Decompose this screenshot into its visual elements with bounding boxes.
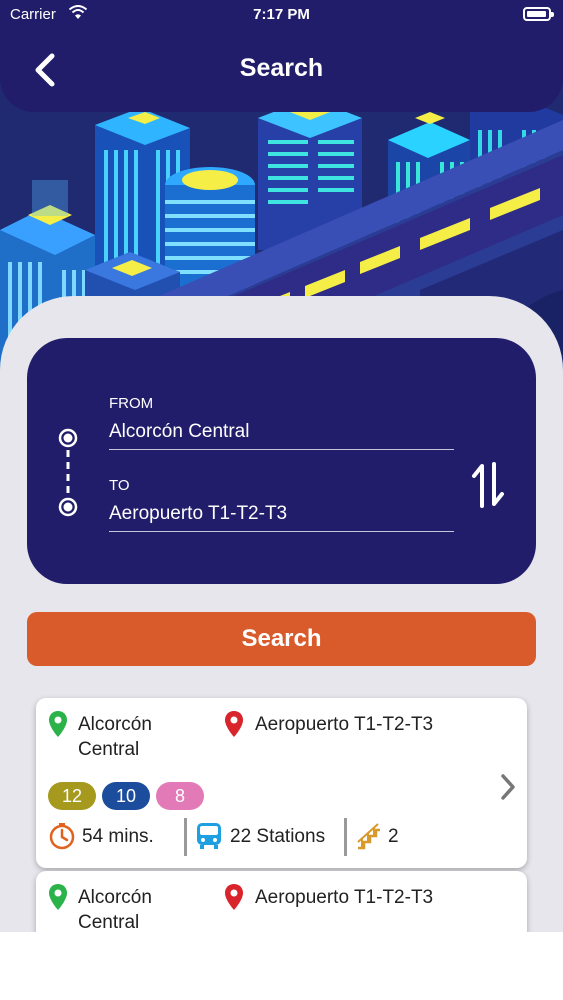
meta-divider: [344, 818, 347, 856]
battery-icon: [523, 7, 554, 21]
status-time: 7:17 PM: [253, 6, 310, 23]
swap-vertical-icon: [472, 462, 504, 508]
map-pin-red-icon: [225, 711, 243, 737]
origin-name: Alcorcón Central: [78, 887, 152, 932]
chevron-right-icon: [501, 774, 515, 800]
duration-text: 54 mins.: [82, 826, 154, 847]
route-result-card[interactable]: Alcorcón Central Aeropuerto T1-T2-T3: [36, 871, 527, 932]
to-field[interactable]: Aeropuerto T1-T2-T3: [109, 503, 454, 532]
home-indicator-area: [0, 932, 563, 1000]
destination-name: Aeropuerto T1-T2-T3: [255, 887, 434, 908]
from-label: FROM: [109, 395, 154, 412]
bus-icon: [197, 823, 221, 849]
line-badge-10: 10: [102, 782, 150, 810]
route-result-card[interactable]: Alcorcón Central Aeropuerto T1-T2-T3 12 …: [36, 698, 527, 868]
screen: Carrier 7:17 PM Search FROM Alcorcón Cen…: [0, 0, 563, 1000]
page-title: Search: [239, 54, 324, 82]
line-badge-12: 12: [48, 782, 96, 810]
swap-button[interactable]: [470, 460, 506, 510]
to-label: TO: [109, 477, 130, 494]
stairs-icon: [357, 823, 380, 850]
map-pin-green-icon: [49, 711, 67, 737]
map-pin-green-icon: [49, 884, 67, 910]
transfers-count: 2: [388, 826, 399, 847]
route-line-icon: [58, 428, 78, 517]
stations-count: 22 Stations: [230, 826, 326, 847]
status-bar: Carrier 7:17 PM: [0, 0, 563, 30]
origin-name: Alcorcón Central: [78, 714, 152, 760]
results-list[interactable]: Alcorcón Central Aeropuerto T1-T2-T3 12 …: [0, 690, 563, 932]
meta-divider: [184, 818, 187, 856]
from-field[interactable]: Alcorcón Central: [109, 421, 454, 450]
route-form-card: [27, 338, 536, 584]
clock-icon: [49, 823, 75, 850]
destination-name: Aeropuerto T1-T2-T3: [255, 714, 434, 735]
search-button[interactable]: Search: [27, 612, 536, 666]
map-pin-red-icon: [225, 884, 243, 910]
line-badge-8: 8: [156, 782, 204, 810]
